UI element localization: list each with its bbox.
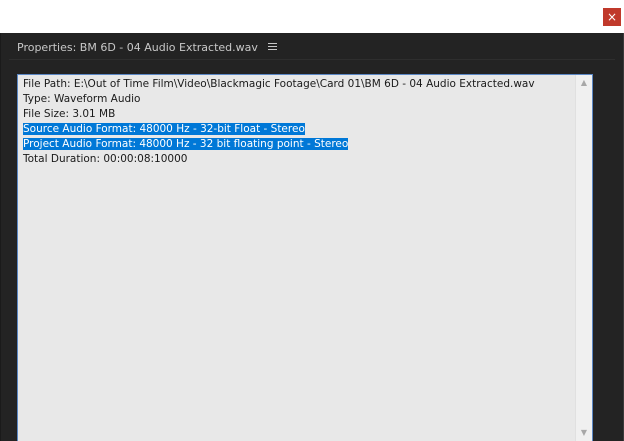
properties-panel: Properties: BM 6D - 04 Audio Extracted.w… bbox=[0, 33, 624, 441]
property-line: Source Audio Format: 48000 Hz - 32-bit F… bbox=[23, 122, 573, 137]
header-divider bbox=[9, 59, 615, 60]
properties-textbox[interactable]: File Path: E:\Out of Time Film\Video\Bla… bbox=[17, 74, 593, 441]
scroll-down-arrow-icon[interactable]: ▼ bbox=[576, 427, 592, 439]
selected-text: Source Audio Format: 48000 Hz - 32-bit F… bbox=[23, 123, 305, 135]
panel-title: Properties: BM 6D - 04 Audio Extracted.w… bbox=[17, 40, 258, 54]
window-titlebar: × bbox=[0, 0, 624, 33]
property-line: Total Duration: 00:00:08:10000 bbox=[23, 152, 573, 167]
property-text: File Size: 3.01 MB bbox=[23, 108, 116, 120]
vertical-scrollbar[interactable]: ▲ ▼ bbox=[575, 75, 592, 441]
property-line: Type: Waveform Audio bbox=[23, 92, 573, 107]
property-line: File Path: E:\Out of Time Film\Video\Bla… bbox=[23, 77, 573, 92]
panel-header: Properties: BM 6D - 04 Audio Extracted.w… bbox=[17, 39, 277, 55]
scroll-up-arrow-icon[interactable]: ▲ bbox=[576, 77, 592, 89]
property-line: Project Audio Format: 48000 Hz - 32 bit … bbox=[23, 137, 573, 152]
property-text: Total Duration: 00:00:08:10000 bbox=[23, 153, 188, 165]
property-text: Type: Waveform Audio bbox=[23, 93, 141, 105]
close-button[interactable]: × bbox=[603, 8, 621, 26]
properties-text: File Path: E:\Out of Time Film\Video\Bla… bbox=[23, 77, 573, 167]
property-text: File Path: E:\Out of Time Film\Video\Bla… bbox=[23, 78, 535, 90]
hamburger-menu-icon[interactable] bbox=[267, 43, 277, 51]
close-icon: × bbox=[606, 10, 618, 24]
property-line: File Size: 3.01 MB bbox=[23, 107, 573, 122]
selected-text: Project Audio Format: 48000 Hz - 32 bit … bbox=[23, 138, 349, 150]
